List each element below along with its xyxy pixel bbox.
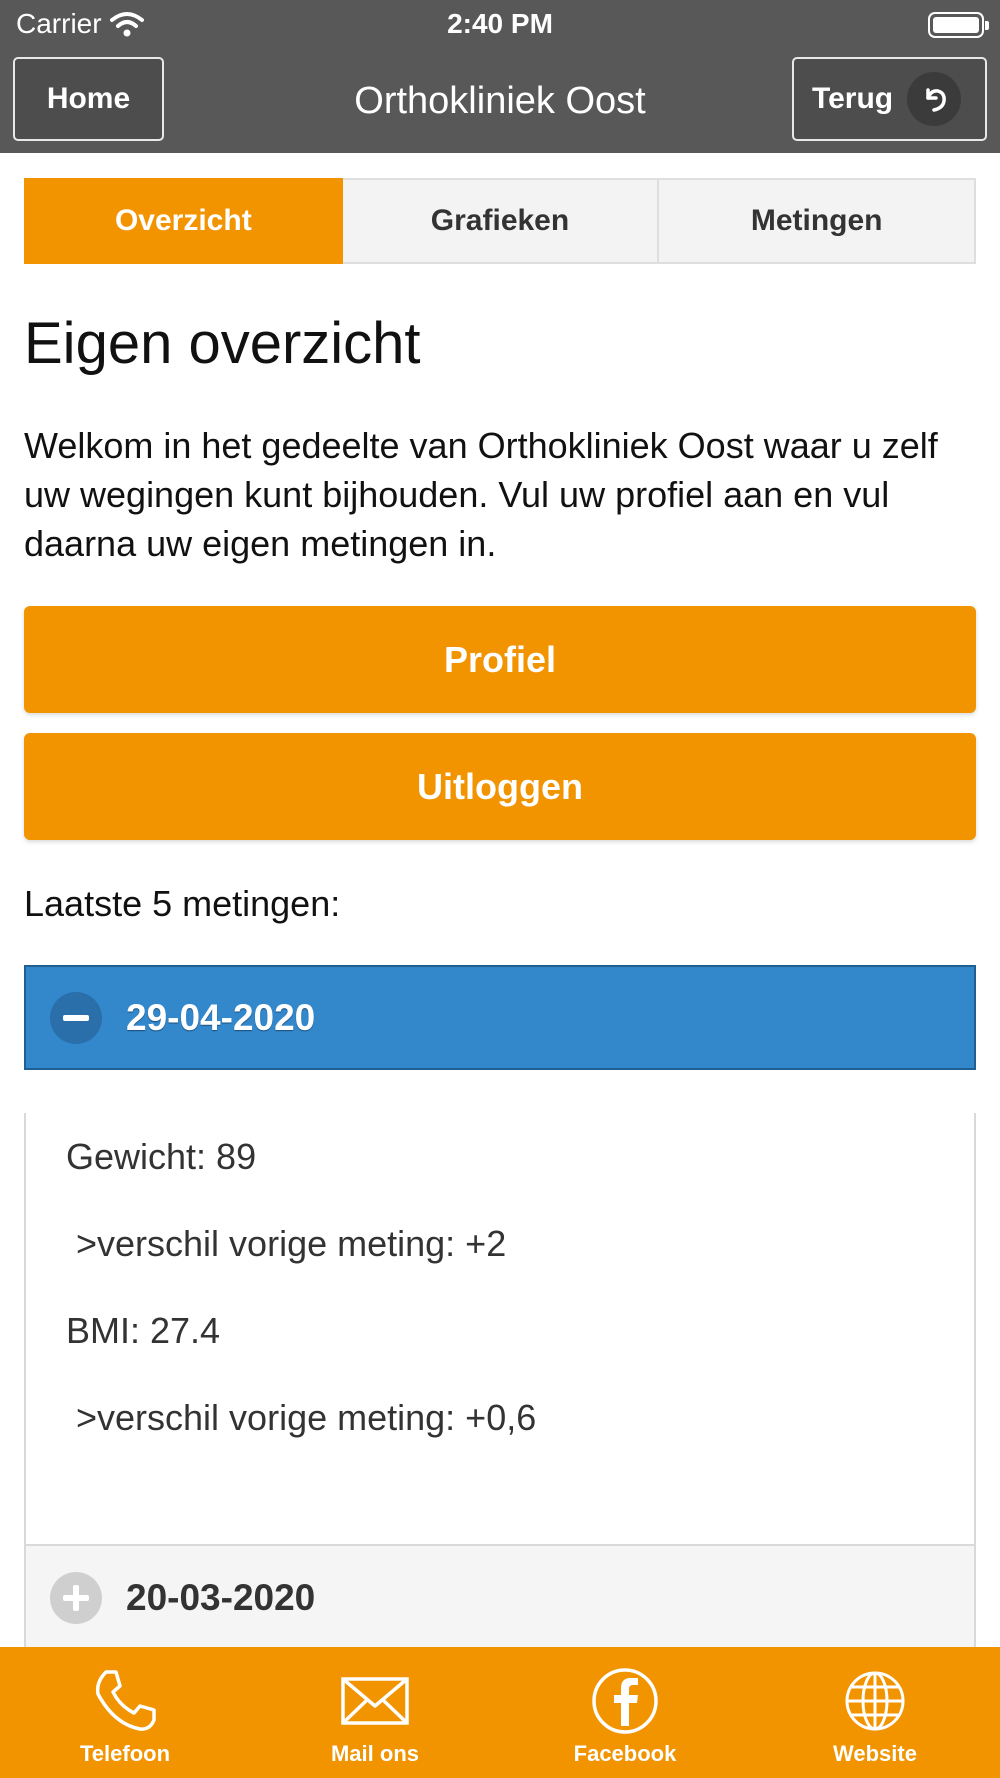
back-button[interactable]: Terug	[792, 57, 987, 141]
measurement-details: Gewicht: 89 >verschil vorige meting: +2 …	[24, 1113, 976, 1546]
tab-overzicht[interactable]: Overzicht	[24, 178, 343, 264]
measurements-accordion: 29-04-2020 Gewicht: 89 >verschil vorige …	[24, 965, 976, 1756]
bottom-tab-bar: Telefoon Mail ons Facebook Website	[0, 1647, 1000, 1778]
facebook-icon	[589, 1665, 661, 1737]
battery-icon	[928, 12, 989, 38]
bmi-line: BMI: 27.4	[66, 1309, 221, 1351]
back-arrow-icon	[907, 72, 962, 126]
tabbar-item-website[interactable]: Website	[750, 1647, 1000, 1778]
measurement-header-collapsed[interactable]: 20-03-2020	[24, 1546, 976, 1651]
logout-button[interactable]: Uitloggen	[24, 733, 976, 840]
tabbar-item-telefoon[interactable]: Telefoon	[0, 1647, 250, 1778]
clock: 2:40 PM	[447, 8, 553, 39]
tab-metingen[interactable]: Metingen	[659, 178, 977, 264]
tabbar-label: Facebook	[573, 1741, 677, 1766]
tabbar-item-mail[interactable]: Mail ons	[250, 1647, 500, 1778]
status-bar: Carrier 2:40 PM	[0, 0, 1000, 50]
intro-text: Welkom in het gedeelte van Orthokliniek …	[24, 425, 938, 564]
weight-difference-line: >verschil vorige meting: +2	[66, 1222, 507, 1264]
mail-icon	[339, 1665, 411, 1737]
measurement-date: 20-03-2020	[126, 1576, 316, 1618]
collapse-minus-icon	[50, 991, 102, 1044]
measurement-date: 29-04-2020	[126, 996, 316, 1038]
measurements-heading: Laatste 5 metingen:	[24, 883, 341, 924]
back-button-label: Terug	[812, 82, 894, 115]
tab-grafieken[interactable]: Grafieken	[342, 178, 660, 264]
bmi-difference-line: >verschil vorige meting: +0,6	[66, 1396, 537, 1438]
tabbar-label: Mail ons	[330, 1741, 419, 1766]
tabbar-label: Telefoon	[79, 1741, 171, 1766]
page-title: Eigen overzicht	[24, 311, 421, 376]
phone-icon	[89, 1665, 161, 1737]
measurement-header-expanded[interactable]: 29-04-2020	[24, 965, 976, 1070]
tabbar-item-facebook[interactable]: Facebook	[500, 1647, 750, 1778]
tabbar-label: Website	[833, 1741, 917, 1766]
app-header: Home Orthokliniek Oost Terug	[0, 50, 1000, 153]
expand-plus-icon	[50, 1571, 102, 1624]
weight-line: Gewicht: 89	[66, 1135, 257, 1177]
globe-icon	[839, 1665, 911, 1737]
profile-button[interactable]: Profiel	[24, 606, 976, 713]
tab-bar-top: Overzicht Grafieken Metingen	[24, 178, 977, 264]
